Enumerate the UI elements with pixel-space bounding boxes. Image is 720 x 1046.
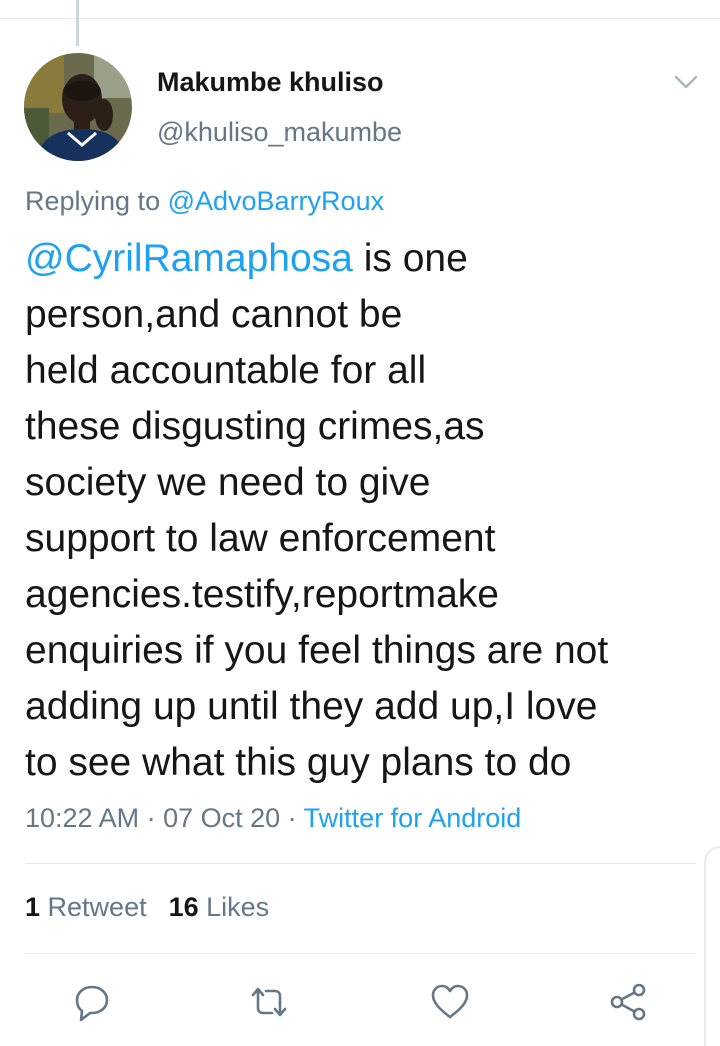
stats-bottom-divider (25, 953, 696, 954)
tweet-line: adding up until they add up,I love (25, 685, 598, 728)
likes-label: Likes (198, 892, 270, 922)
reply-mention-link[interactable]: @AdvoBarryRoux (168, 186, 385, 216)
meta-separator: · (139, 803, 164, 833)
tweet-line: enquiries if you feel things are not (25, 629, 609, 672)
tweet-mention-link[interactable]: @CyrilRamaphosa (25, 237, 353, 280)
tweet-line: these disgusting crimes,as (25, 405, 485, 448)
tweet-line: held accountable for all (25, 349, 427, 392)
avatar-photo (24, 53, 132, 161)
tweet-text: @CyrilRamaphosa is one person,and cannot… (25, 231, 705, 791)
tweet-metadata: 10:22 AM · 07 Oct 20 · Twitter for Andro… (25, 803, 521, 834)
tweet-line: agencies.testify,reportmake (25, 573, 499, 616)
tweet-line: person,and cannot be (25, 293, 403, 336)
tweet-line: @CyrilRamaphosa is one (25, 231, 705, 287)
meta-separator: · (280, 803, 304, 833)
retweets-count: 1 (25, 892, 41, 922)
author-display-name[interactable]: Makumbe khuliso (157, 67, 384, 98)
likes-stat[interactable]: 16 Likes (169, 892, 270, 922)
chevron-down-icon[interactable] (672, 72, 700, 92)
tweet-source-link[interactable]: Twitter for Android (304, 803, 522, 833)
share-icon[interactable] (607, 980, 651, 1024)
avatar[interactable] (24, 53, 132, 161)
top-divider (0, 18, 720, 19)
tweet-line: society we need to give (25, 461, 431, 504)
stats-top-divider (25, 863, 696, 864)
tweet-line: support to law enforcement (25, 517, 496, 560)
reply-icon[interactable] (70, 980, 114, 1024)
retweet-icon[interactable] (247, 980, 291, 1024)
tweet-line-text: is one (352, 237, 468, 280)
replying-to: Replying to @AdvoBarryRoux (25, 186, 384, 217)
thread-connector-line (76, 0, 79, 46)
tweet-time: 10:22 AM (25, 803, 140, 833)
tweet-line: to see what this guy plans to do (25, 741, 572, 784)
side-panel-edge (704, 846, 720, 1046)
likes-count: 16 (168, 892, 199, 922)
engagement-stats: 1 Retweet 16 Likes (25, 892, 269, 923)
replying-to-label: Replying to (25, 186, 168, 216)
like-icon[interactable] (428, 980, 472, 1024)
retweets-stat[interactable]: 1 Retweet (25, 892, 147, 922)
retweets-label: Retweet (40, 892, 147, 922)
author-handle[interactable]: @khuliso_makumbe (157, 117, 402, 148)
tweet-date: 07 Oct 20 (163, 803, 281, 833)
